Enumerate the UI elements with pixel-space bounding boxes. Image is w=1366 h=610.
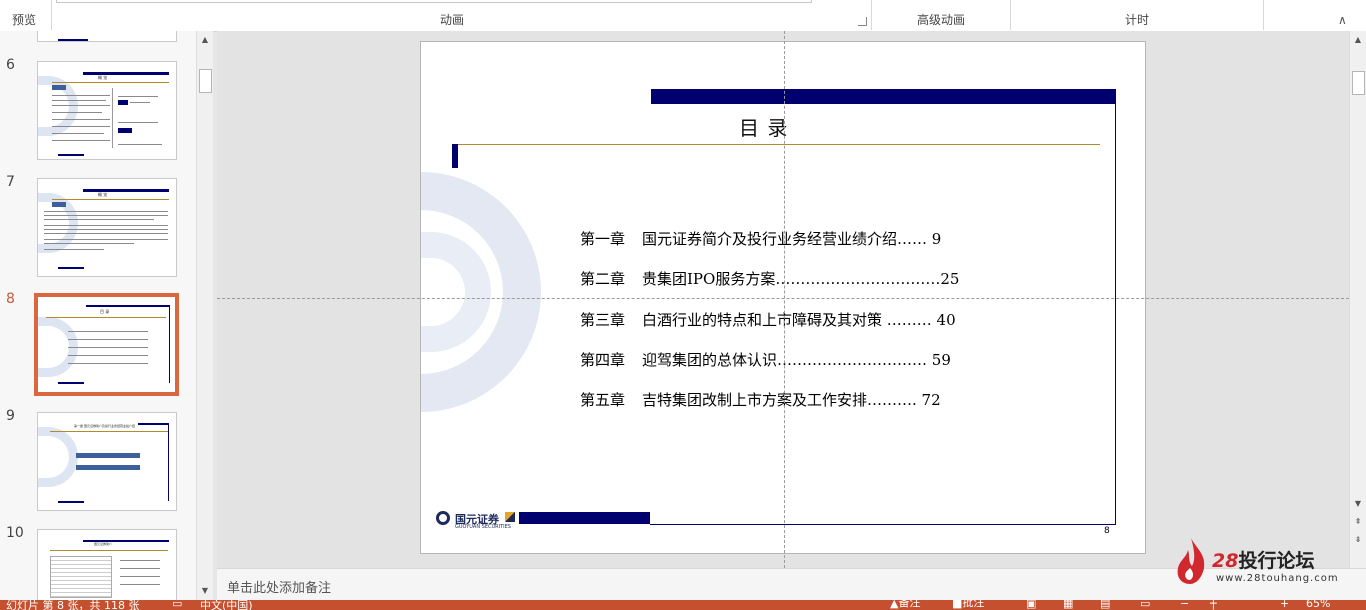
reading-view-icon[interactable]: ▤ [1100,600,1110,610]
slide-number: 6 [6,57,15,73]
scroll-up-icon[interactable]: ▲ [198,33,212,47]
previous-slide-icon[interactable]: ⇞ [1351,515,1365,529]
slide-thumbnail-5[interactable] [37,31,177,42]
ribbon-separator [1263,0,1264,30]
thumb-title: 概 览 [98,75,108,80]
watermark-title: 28投行论坛 [1212,550,1315,572]
language-status[interactable]: 中文(中国) [200,600,253,610]
comments-toggle-button[interactable]: ■ 批注 [952,600,984,610]
spelling-check-icon[interactable]: ▭ [172,600,182,610]
thumb-title: 第一章 国元证券简介及投行业务经营业绩介绍 [74,424,135,428]
advanced-animation-group-label: 高级动画 [917,13,966,27]
thumb-bar [58,39,88,41]
toc-item-4[interactable]: 第四章 迎驾集团的总体认识………………………… 59 [580,349,951,370]
thumb-title: 目 录 [100,309,110,314]
slide-thumbnail-7[interactable]: 概 览 [37,178,177,277]
gold-divider [452,144,1100,145]
thumb-title: 国元证券简介 [94,542,113,546]
slideshow-icon[interactable]: ▭ [1140,600,1150,610]
ribbon-separator [1010,0,1011,30]
horizontal-guide[interactable] [217,298,1349,299]
thumb-title: 概 览 [98,192,108,197]
ribbon-separator [871,0,872,30]
slide-thumbnail-6[interactable]: 概 览 [37,61,177,160]
slide-number: 9 [6,408,15,424]
slide-count-status: 幻灯片 第 8 张，共 118 张 [6,600,140,610]
slide-sorter-icon[interactable]: ▦ [1063,600,1073,610]
site-watermark: 28投行论坛 www.28touhang.com [1170,536,1350,586]
next-slide-icon[interactable]: ⇟ [1351,533,1365,547]
zoom-out-icon[interactable]: − [1180,600,1189,610]
slide-title[interactable]: 目 录 [739,112,788,141]
thumb-line [52,82,169,83]
slide-thumbnail-8-selected[interactable]: 目 录 [34,293,179,396]
notes-placeholder[interactable]: 单击此处添加备注 [227,577,331,596]
collapse-ribbon-icon[interactable]: ∧ [1338,13,1347,27]
company-logo-subtext: GUOYUAN SECURITIES [455,524,511,530]
scroll-down-icon[interactable]: ▼ [1351,497,1365,511]
animation-group-label: 动画 [440,13,465,27]
right-border-line [1115,89,1116,525]
bottom-border-line [650,524,1116,525]
thumb-bar [83,72,169,75]
slide-number-selected: 8 [6,291,15,307]
zoom-in-icon[interactable]: + [1280,600,1289,610]
guoyuan-logo-icon [436,511,450,525]
toc-item-2[interactable]: 第二章 贵集团IPO服务方案……………………………25 [580,268,959,289]
logo-squares-icon [505,512,515,522]
slide-number: 10 [6,525,24,541]
zoom-slider[interactable]: ┼ [1210,600,1217,610]
header-bar [651,89,1116,104]
preview-group-label[interactable]: 预览 [12,11,36,28]
slide-page-number: 8 [1104,526,1110,536]
slide-thumbnail-10[interactable]: 国元证券简介 [37,529,177,600]
slide-thumbnail-pane: 6 概 览 7 概 览 8 目 录 9 第一章 国元证券简介及投行业务经营业绩介… [0,31,196,600]
thumbnail-scrollbar[interactable]: ▲ ▼ [196,31,213,600]
zoom-level[interactable]: 65% [1306,600,1330,610]
scroll-up-icon[interactable]: ▲ [1351,33,1365,47]
normal-view-icon[interactable]: ▣ [1026,600,1036,610]
toc-item-1[interactable]: 第一章 国元证券简介及投行业务经营业绩介绍…… 9 [580,228,941,249]
toc-item-5[interactable]: 第五章 吉特集团改制上市方案及工作安排………. 72 [580,389,941,410]
thumb-logo-watermark [38,427,78,487]
toc-item-3[interactable]: 第三章 白酒行业的特点和上市障碍及其对策 ……… 40 [580,309,956,330]
timing-group-label: 计时 [1125,13,1150,27]
notes-toggle-button[interactable]: ▲ 备注 [890,600,920,610]
watermark-url: www.28touhang.com [1216,573,1339,584]
scroll-thumb[interactable] [199,69,212,93]
flame-icon [1177,538,1205,584]
animation-gallery-edge[interactable] [56,0,812,3]
slide-thumbnail-9[interactable]: 第一章 国元证券简介及投行业务经营业绩介绍 [37,412,177,511]
slide-number: 7 [6,174,15,190]
scroll-thumb[interactable] [1352,71,1365,95]
status-bar: 幻灯片 第 8 张，共 118 张 ▭ 中文(中国) ▲ 备注 ■ 批注 ▣ ▦… [0,600,1366,610]
thumb-box [52,85,66,90]
ribbon: 预览 动画 高级动画 计时 ∧ [0,0,1366,32]
ribbon-separator [51,0,52,30]
animation-dialog-launcher-icon[interactable] [858,17,867,26]
vertical-guide[interactable] [784,31,785,568]
title-accent-bar [452,144,458,168]
footer-bar [519,512,650,524]
main-scrollbar[interactable]: ▲ ▼ ⇞ ⇟ [1349,31,1366,568]
scroll-down-icon[interactable]: ▼ [198,584,212,598]
